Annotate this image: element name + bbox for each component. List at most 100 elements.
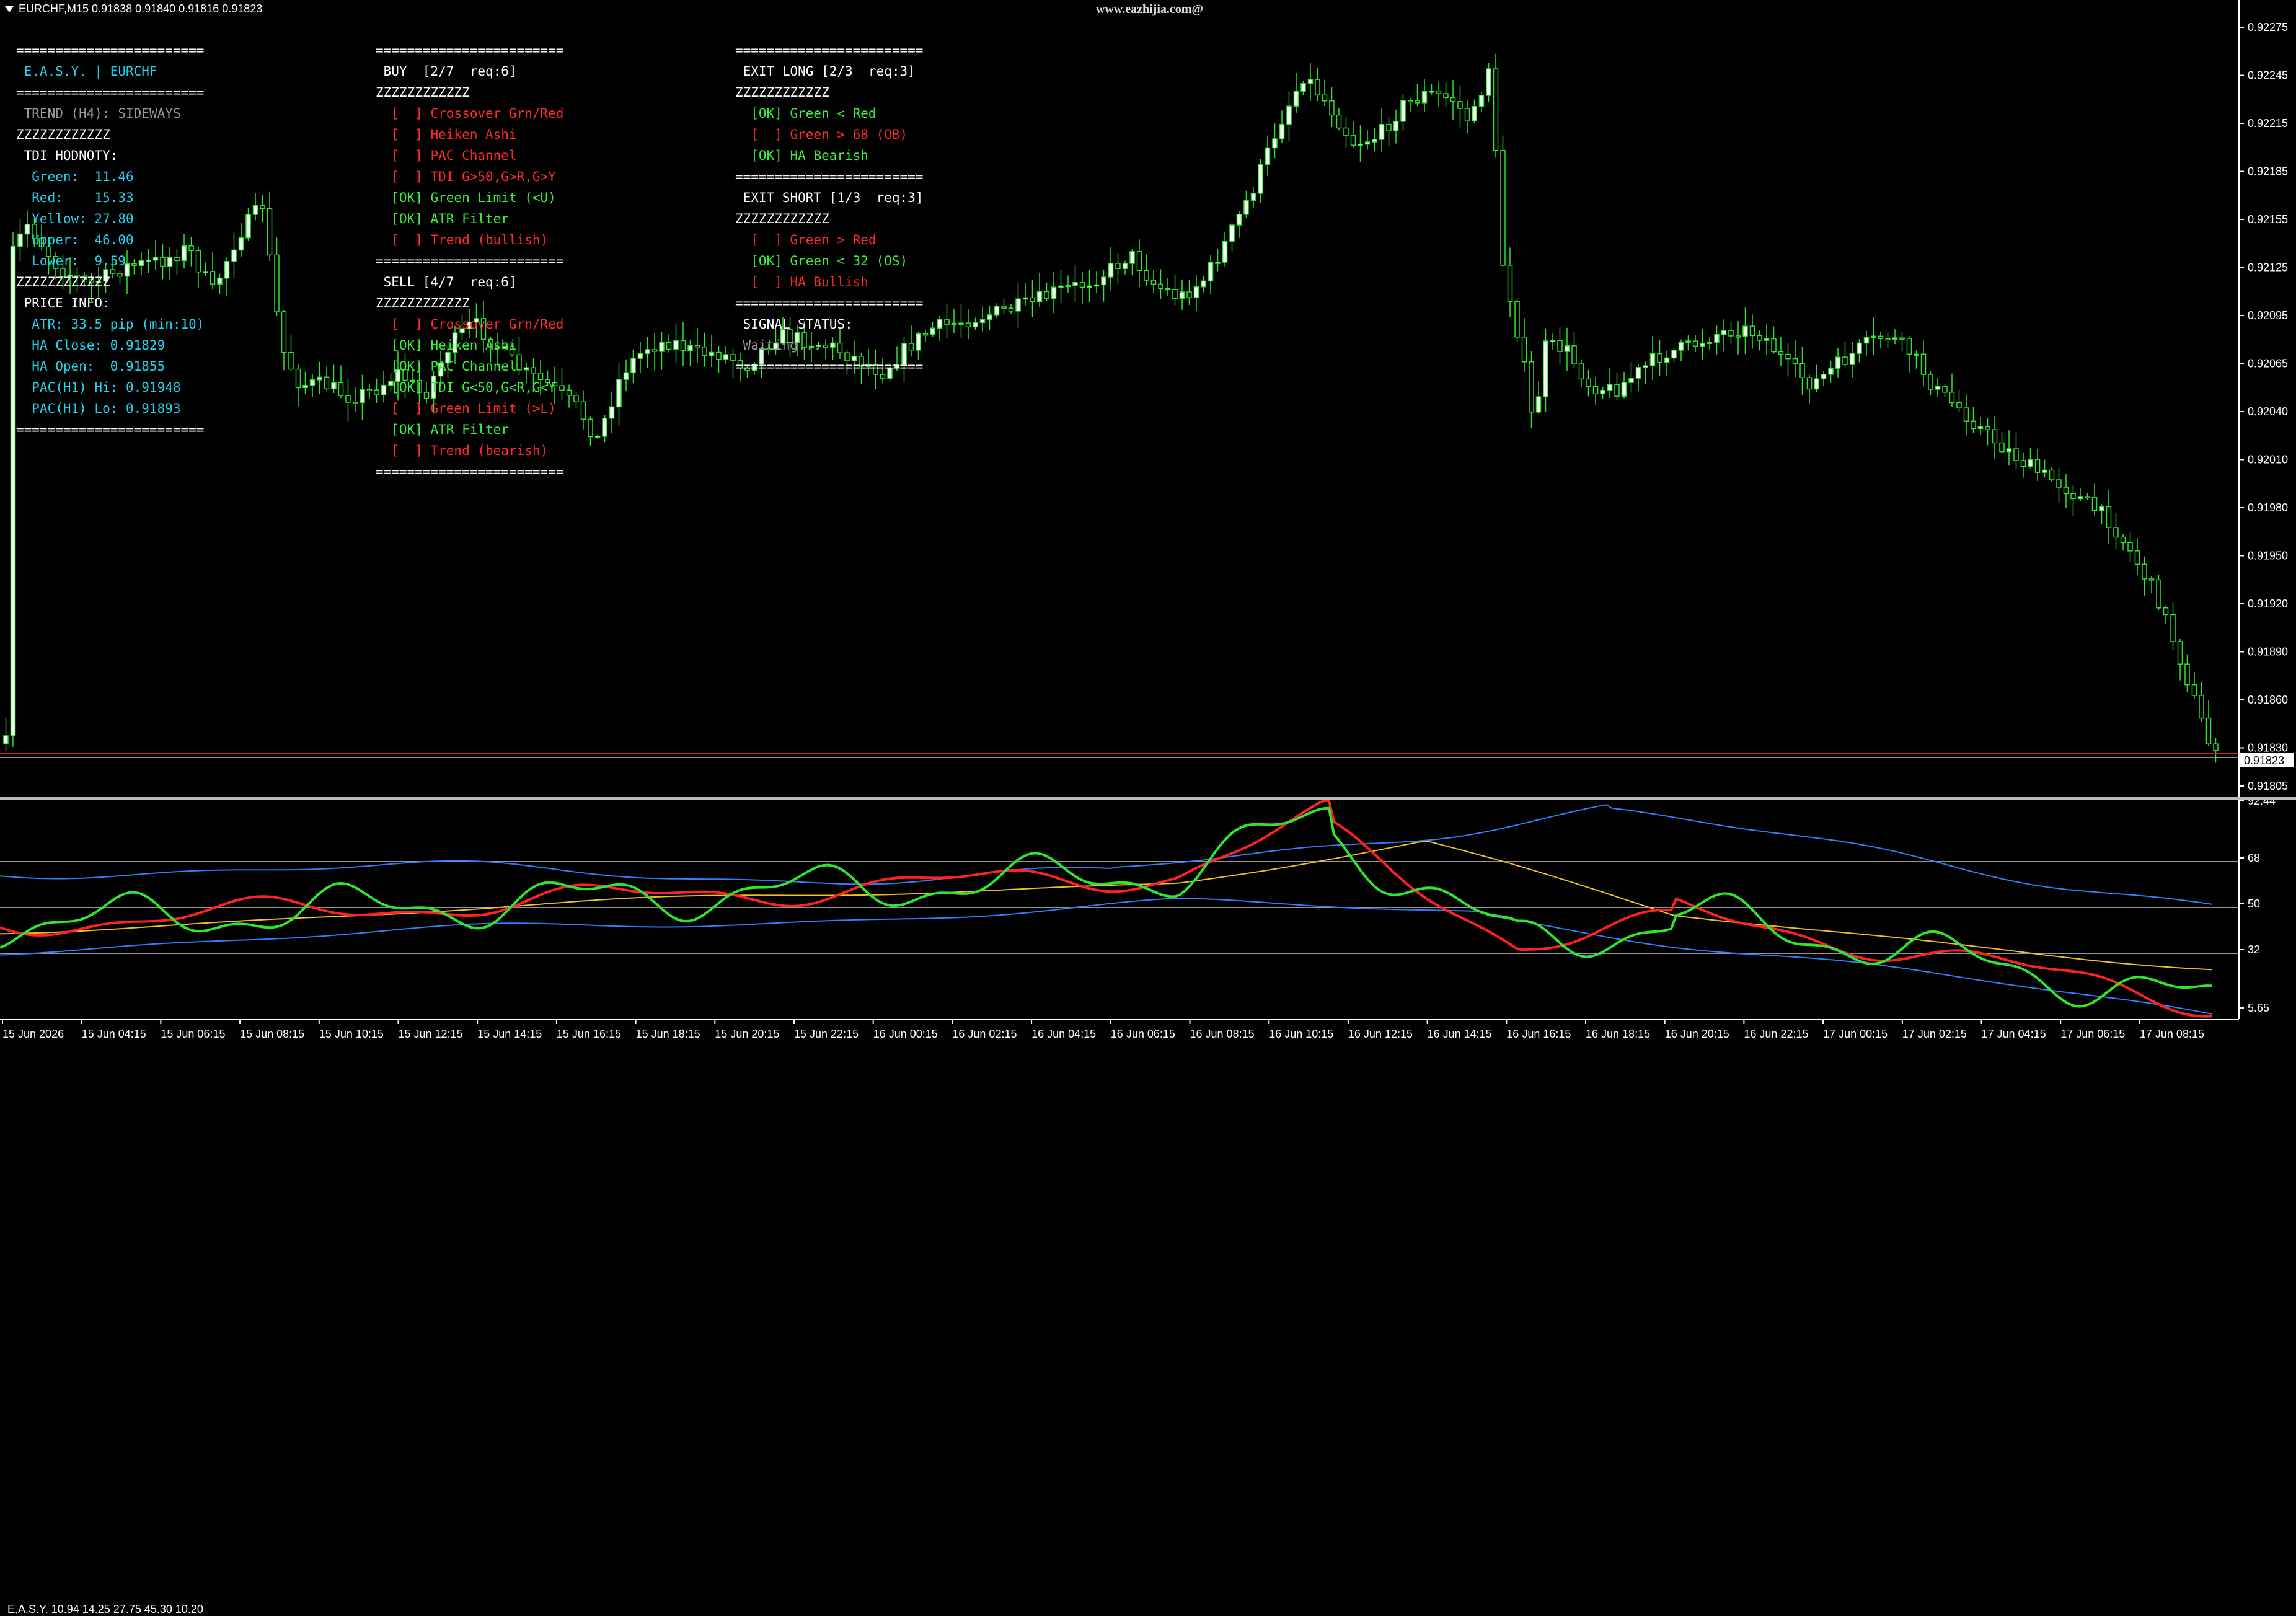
candle [930, 322, 935, 337]
candle [1172, 274, 1178, 306]
candle [659, 332, 665, 370]
candle [680, 322, 686, 366]
candle [1535, 381, 1542, 414]
candle [1336, 108, 1342, 131]
candle [317, 361, 322, 394]
candle [2113, 513, 2119, 549]
candle [637, 342, 643, 373]
candle [1236, 211, 1242, 238]
candle [588, 416, 593, 446]
indicator-tick-label: 68 [2248, 852, 2260, 864]
chart-menu-icon[interactable] [5, 6, 14, 13]
candle [1072, 265, 1078, 302]
price-chart[interactable]: 0.92275 0.92245 0.92215 0.92185 0.92155 0.921… [0, 0, 2296, 800]
tdi-indicator-chart[interactable]: 92.44 68 50 32 5.65 [0, 800, 2296, 1019]
candle [345, 379, 351, 422]
candle [1486, 63, 1491, 102]
candle [1749, 314, 1755, 349]
info-line: [OK] Green Limit (<U) [376, 190, 556, 205]
symbol-quote: EURCHF,M15 0.91838 0.91840 0.91816 0.918… [19, 2, 263, 15]
time-tick-label: 16 Jun 12:15 [1348, 1028, 1413, 1040]
candle [666, 334, 672, 353]
candle [274, 237, 280, 316]
symbol-header[interactable]: EURCHF,M15 0.91838 0.91840 0.91816 0.918… [5, 2, 262, 15]
candle [1692, 335, 1698, 353]
time-tick-label: 15 Jun 12:15 [399, 1028, 463, 1040]
price-tick-label: 0.92095 [2248, 309, 2288, 322]
candle [1265, 135, 1271, 177]
candle [1821, 371, 1827, 386]
candle [1842, 341, 1848, 368]
candle [252, 193, 258, 221]
time-tick-label: 17 Jun 08:15 [2140, 1028, 2204, 1040]
candle [673, 323, 679, 364]
candle [360, 374, 365, 420]
price-tick-label: 0.91980 [2248, 501, 2288, 514]
candle [1571, 331, 1577, 369]
candle [1700, 329, 1705, 360]
candle [1977, 417, 1984, 436]
buy-sell-conditions-panel: ======================== BUY [2/7 req:6]… [376, 40, 563, 482]
candle [1415, 84, 1420, 107]
price-tick-label: 0.92040 [2248, 405, 2288, 418]
candle [1464, 99, 1470, 134]
candle [651, 333, 658, 371]
candle [1208, 255, 1214, 294]
price-tick-label: 0.91805 [2248, 780, 2288, 792]
candle [1857, 339, 1862, 363]
candle [1008, 304, 1014, 314]
price-tick-label: 0.92065 [2248, 358, 2288, 370]
candle [1065, 275, 1071, 293]
candle [2127, 531, 2133, 562]
info-line: ZZZZZZZZZZZZ [16, 275, 110, 289]
candle [231, 232, 237, 279]
candle [1735, 321, 1741, 355]
candle [1400, 94, 1406, 131]
candle [1108, 247, 1114, 291]
candle [994, 303, 1000, 319]
candle [1364, 130, 1371, 150]
candle [1478, 91, 1485, 113]
candle [302, 371, 308, 394]
candle [1906, 336, 1912, 373]
candle [1293, 72, 1299, 113]
time-tick-label: 15 Jun 06:15 [161, 1028, 225, 1040]
info-line: [ ] Green > Red [735, 232, 876, 247]
candlestick-series [3, 53, 2219, 763]
info-line: [OK] Green < Red [735, 106, 876, 121]
candle [245, 208, 251, 241]
candle [609, 391, 615, 434]
candle [1136, 239, 1142, 288]
tdi-indicator-panel[interactable]: 92.44 68 50 32 5.65 E.A.S.Y. 10.94 14.25 27.… [0, 800, 2296, 1615]
candle [1578, 359, 1584, 387]
candle [2091, 483, 2098, 516]
info-line: TDI HODNOTY: [16, 148, 118, 163]
candle [1714, 325, 1720, 355]
info-line: [OK] TDI G<50,G<R,G<Y [376, 380, 556, 395]
candle [1914, 350, 1919, 369]
candle [1058, 269, 1064, 304]
candle [1742, 307, 1748, 355]
info-line: [ ] Heiken Ashi [376, 127, 517, 142]
candle [1592, 377, 1599, 405]
candle [1849, 342, 1855, 378]
candle [1521, 318, 1527, 373]
candle [2156, 574, 2161, 610]
price-chart-panel[interactable]: 0.92275 0.92245 0.92215 0.92185 0.92155 0.921… [0, 0, 2296, 800]
candle [2199, 682, 2204, 722]
candle [979, 306, 986, 332]
candle [1129, 249, 1135, 276]
candle [1036, 272, 1043, 307]
candle [1222, 232, 1228, 267]
candle [1386, 117, 1392, 146]
time-tick-label: 16 Jun 02:15 [952, 1028, 1017, 1040]
candle [331, 364, 337, 393]
candle [2120, 534, 2126, 551]
candle [965, 309, 971, 340]
candle [1949, 373, 1955, 407]
candle [1835, 348, 1841, 378]
info-line: ZZZZZZZZZZZZ [376, 85, 470, 100]
info-line: Upper: 46.00 [16, 232, 134, 247]
candle [1421, 79, 1428, 112]
current-price-label: 0.91823 [2244, 754, 2284, 767]
